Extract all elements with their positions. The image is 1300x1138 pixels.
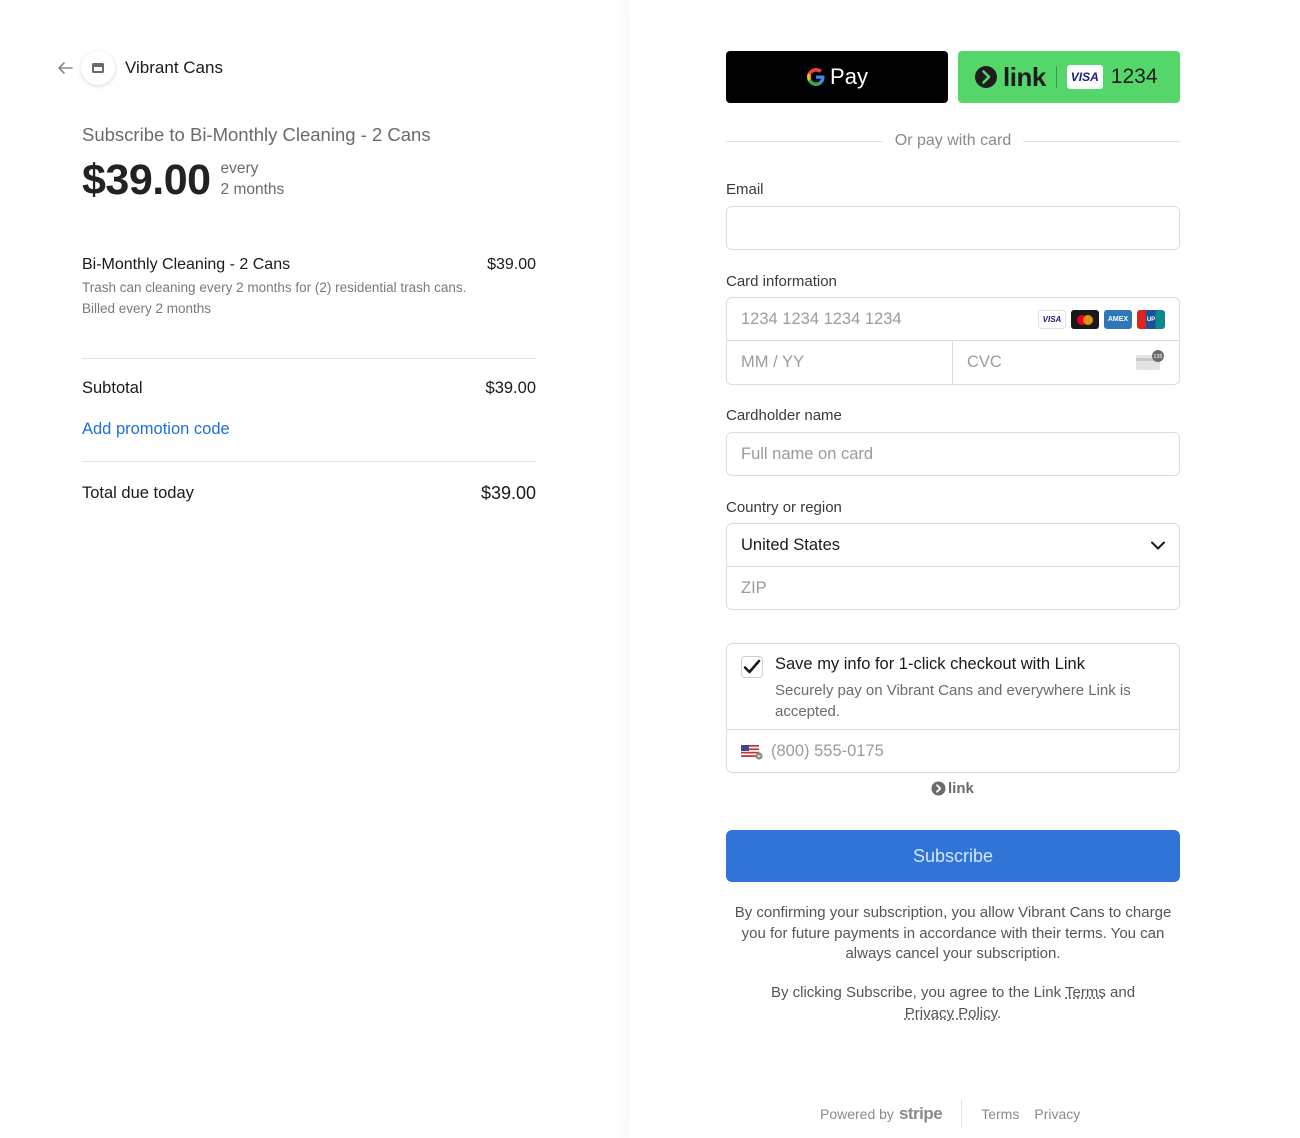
interval-line-2: 2 months xyxy=(220,181,285,198)
merchant-name: Vibrant Cans xyxy=(125,58,223,77)
card-brands: VISA AMEX UP xyxy=(1038,310,1165,329)
merchant-header: Vibrant Cans xyxy=(55,50,223,86)
cardholder-placeholder: Full name on card xyxy=(741,444,874,463)
divider xyxy=(82,461,536,462)
product-title: Subscribe to Bi-Monthly Cleaning - 2 Can… xyxy=(82,124,431,145)
cvc-input[interactable]: CVC 135 xyxy=(953,341,1179,384)
expiry-placeholder: MM / YY xyxy=(741,353,804,371)
cvc-card-icon: 135 xyxy=(1136,350,1164,370)
stripe-logo[interactable]: stripe xyxy=(899,1104,943,1124)
subtotal-row: Subtotal $39.00 xyxy=(82,379,536,398)
mastercard-icon xyxy=(1071,310,1099,329)
line-item: Bi-Monthly Cleaning - 2 Cans $39.00 Tras… xyxy=(82,256,536,316)
svg-text:135: 135 xyxy=(1153,354,1162,360)
link-separator xyxy=(1055,66,1057,88)
footer-privacy-link[interactable]: Privacy xyxy=(1034,1106,1080,1122)
link-logo: link xyxy=(931,780,974,797)
link-terms-link[interactable]: Terms xyxy=(1065,984,1106,1001)
checkmark-icon xyxy=(743,659,761,674)
subscribe-button[interactable]: Subscribe xyxy=(726,830,1180,882)
line-item-description: Trash can cleaning every 2 months for (2… xyxy=(82,280,467,295)
zip-input[interactable]: ZIP xyxy=(727,567,1179,610)
billing-interval: every 2 months xyxy=(221,158,285,200)
link-agreement-text: By clicking Subscribe, you agree to the … xyxy=(726,983,1180,1024)
agreement-prefix: By clicking Subscribe, you agree to the … xyxy=(770,984,1065,1001)
footer-terms-link[interactable]: Terms xyxy=(981,1106,1019,1122)
amex-icon: AMEX xyxy=(1104,310,1132,329)
us-flag-icon xyxy=(741,744,763,760)
order-summary-panel: Vibrant Cans Subscribe to Bi-Monthly Cle… xyxy=(0,0,630,1138)
chevron-down-icon xyxy=(1151,541,1165,549)
subtotal-value: $39.00 xyxy=(485,379,536,397)
powered-by-text: Powered by xyxy=(820,1106,894,1122)
country-value: United States xyxy=(741,535,841,554)
interval-line-1: every xyxy=(220,160,259,177)
add-promotion-code-link[interactable]: Add promotion code xyxy=(82,420,230,439)
link-card-last4: 1234 xyxy=(1110,65,1158,88)
visa-card-icon: VISA xyxy=(1066,65,1103,89)
price-amount: $39.00 xyxy=(82,156,211,204)
total-row: Total due today $39.00 xyxy=(82,483,536,504)
divider-text: Or pay with card xyxy=(894,132,1012,149)
footer: Powered by stripe Terms Privacy xyxy=(820,1100,1095,1128)
email-field[interactable] xyxy=(726,206,1180,250)
link-arrow-icon xyxy=(975,66,997,88)
phone-input[interactable]: (800) 555-0175 xyxy=(727,730,1179,773)
email-value xyxy=(727,207,1179,249)
line-item-price: $39.00 xyxy=(487,256,536,273)
total-value: $39.00 xyxy=(480,483,536,503)
agreement-period: . xyxy=(997,1004,1002,1022)
card-information-label: Card information xyxy=(726,273,837,290)
total-label: Total due today xyxy=(82,484,194,502)
divider xyxy=(82,358,536,359)
save-info-description: Securely pay on Vibrant Cans and everywh… xyxy=(775,682,1131,720)
unionpay-icon: UP xyxy=(1137,310,1165,329)
country-select[interactable]: United States xyxy=(727,524,1179,567)
or-pay-with-card-divider: Or pay with card xyxy=(726,132,1181,150)
footer-separator xyxy=(961,1100,963,1128)
link-save-info-box: Save my info for 1-click checkout with L… xyxy=(726,643,1180,773)
save-info-checkbox[interactable] xyxy=(741,656,763,678)
phone-placeholder: (800) 555-0175 xyxy=(771,742,884,760)
country-label: Country or region xyxy=(726,499,842,516)
store-icon xyxy=(81,51,115,85)
visa-icon: VISA xyxy=(1038,310,1066,329)
google-g-icon xyxy=(807,68,825,86)
expiry-input[interactable]: MM / YY xyxy=(727,341,953,384)
link-pay-button[interactable]: link VISA 1234 xyxy=(958,51,1180,103)
line-item-name: Bi-Monthly Cleaning - 2 Cans xyxy=(82,256,291,273)
card-number-input[interactable]: 1234 1234 1234 1234 VISA AMEX UP xyxy=(727,298,1179,341)
subtotal-label: Subtotal xyxy=(82,379,143,397)
link-label: link xyxy=(1003,61,1046,92)
email-label: Email xyxy=(726,181,764,198)
subscription-terms-text: By confirming your subscription, you all… xyxy=(734,904,1172,962)
link-brand-text: link xyxy=(948,780,974,797)
google-pay-label: Pay xyxy=(830,64,868,89)
line-item-billing: Billed every 2 months xyxy=(82,301,212,316)
agreement-and: and xyxy=(1105,984,1136,1001)
back-arrow-icon[interactable] xyxy=(55,58,75,78)
zip-placeholder: ZIP xyxy=(741,579,767,597)
link-arrow-icon xyxy=(931,781,946,796)
country-zip-group: United States ZIP xyxy=(726,523,1180,610)
price-row: $39.00 every 2 months xyxy=(82,155,284,205)
save-info-title: Save my info for 1-click checkout with L… xyxy=(775,655,1085,673)
google-pay-button[interactable]: Pay xyxy=(726,51,948,103)
cardholder-name-label: Cardholder name xyxy=(726,407,842,424)
privacy-policy-link[interactable]: Privacy Policy xyxy=(905,1005,997,1022)
card-information-group: 1234 1234 1234 1234 VISA AMEX UP MM / YY… xyxy=(726,297,1180,385)
cardholder-name-input[interactable]: Full name on card xyxy=(726,432,1180,476)
